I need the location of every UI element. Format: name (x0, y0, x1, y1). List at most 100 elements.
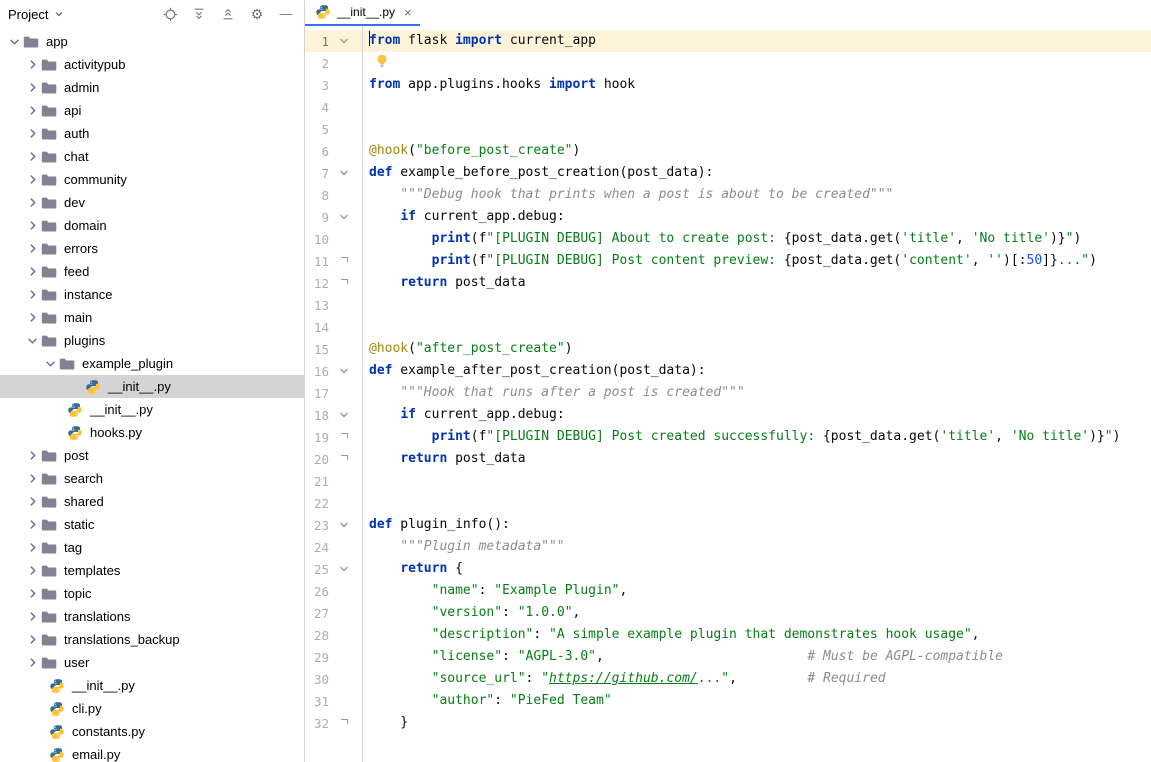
line-number[interactable]: 3 (307, 78, 333, 93)
tree-item-example-plugin[interactable]: example_plugin (0, 352, 304, 375)
chevron-right-icon[interactable] (24, 473, 41, 484)
line-number[interactable]: 15 (307, 342, 333, 357)
line-number[interactable]: 23 (307, 518, 333, 533)
code-line[interactable] (363, 316, 1151, 338)
tree-item-plugins[interactable]: plugins (0, 329, 304, 352)
line-number[interactable]: 11 (307, 254, 333, 269)
line-number[interactable]: 16 (307, 364, 333, 379)
code-line[interactable]: "source_url": "https://github.com/...", … (363, 668, 1151, 690)
code-line[interactable]: print(f"[PLUGIN DEBUG] About to create p… (363, 228, 1151, 250)
fold-marker[interactable] (333, 168, 355, 178)
code-line[interactable]: from app.plugins.hooks import hook (363, 74, 1151, 96)
tree-item-templates[interactable]: templates (0, 559, 304, 582)
code-line[interactable]: return { (363, 558, 1151, 580)
line-number[interactable]: 5 (307, 122, 333, 137)
tree-item-app[interactable]: app (0, 30, 304, 53)
line-number[interactable]: 31 (307, 694, 333, 709)
line-number[interactable]: 1 (307, 34, 333, 49)
code-line[interactable]: @hook("after_post_create") (363, 338, 1151, 360)
line-number[interactable]: 25 (307, 562, 333, 577)
line-number[interactable]: 20 (307, 452, 333, 467)
tree-item-shared[interactable]: shared (0, 490, 304, 513)
chevron-right-icon[interactable] (24, 128, 41, 139)
chevron-right-icon[interactable] (24, 220, 41, 231)
chevron-right-icon[interactable] (24, 312, 41, 323)
tree-item-post[interactable]: post (0, 444, 304, 467)
tree-item-init-py[interactable]: __init__.py (0, 674, 304, 697)
tree-item-tag[interactable]: tag (0, 536, 304, 559)
code-line[interactable]: } (363, 712, 1151, 734)
tree-item-search[interactable]: search (0, 467, 304, 490)
code-line[interactable]: print(f"[PLUGIN DEBUG] Post created succ… (363, 426, 1151, 448)
tree-item-chat[interactable]: chat (0, 145, 304, 168)
chevron-right-icon[interactable] (24, 565, 41, 576)
tree-item-domain[interactable]: domain (0, 214, 304, 237)
tree-item-init-py[interactable]: __init__.py (0, 375, 304, 398)
chevron-right-icon[interactable] (24, 59, 41, 70)
code-line[interactable]: "author": "PieFed Team" (363, 690, 1151, 712)
line-number[interactable]: 24 (307, 540, 333, 555)
code-line[interactable]: @hook("before_post_create") (363, 140, 1151, 162)
chevron-down-icon[interactable] (6, 36, 23, 47)
code-line[interactable]: return post_data (363, 448, 1151, 470)
chevron-down-icon[interactable] (24, 335, 41, 346)
settings-icon[interactable]: ⚙ (249, 6, 265, 22)
code-line[interactable] (363, 294, 1151, 316)
code-line[interactable]: print(f"[PLUGIN DEBUG] Post content prev… (363, 250, 1151, 272)
tree-item-auth[interactable]: auth (0, 122, 304, 145)
tree-item-init-py[interactable]: __init__.py (0, 398, 304, 421)
fold-marker[interactable] (333, 279, 355, 288)
fold-marker[interactable] (333, 520, 355, 530)
fold-marker[interactable] (333, 410, 355, 420)
line-number[interactable]: 29 (307, 650, 333, 665)
tree-item-community[interactable]: community (0, 168, 304, 191)
tree-item-errors[interactable]: errors (0, 237, 304, 260)
tree-item-main[interactable]: main (0, 306, 304, 329)
code-line[interactable]: "description": "A simple example plugin … (363, 624, 1151, 646)
line-number[interactable]: 26 (307, 584, 333, 599)
tree-item-instance[interactable]: instance (0, 283, 304, 306)
line-number[interactable]: 7 (307, 166, 333, 181)
chevron-right-icon[interactable] (24, 496, 41, 507)
line-number[interactable]: 28 (307, 628, 333, 643)
code-line[interactable]: "name": "Example Plugin", (363, 580, 1151, 602)
collapse-all-icon[interactable] (220, 6, 236, 22)
chevron-right-icon[interactable] (24, 105, 41, 116)
chevron-right-icon[interactable] (24, 588, 41, 599)
code-line[interactable]: return post_data (363, 272, 1151, 294)
project-view-selector[interactable]: Project (8, 6, 67, 22)
tree-item-activitypub[interactable]: activitypub (0, 53, 304, 76)
code-line[interactable] (363, 96, 1151, 118)
fold-marker[interactable] (333, 455, 355, 464)
chevron-right-icon[interactable] (24, 542, 41, 553)
chevron-down-icon[interactable] (42, 358, 59, 369)
tree-item-user[interactable]: user (0, 651, 304, 674)
tree-item-constants-py[interactable]: constants.py (0, 720, 304, 743)
chevron-right-icon[interactable] (24, 82, 41, 93)
line-number[interactable]: 13 (307, 298, 333, 313)
chevron-right-icon[interactable] (24, 519, 41, 530)
code-line[interactable] (363, 52, 1151, 74)
line-number[interactable]: 12 (307, 276, 333, 291)
tree-item-translations-backup[interactable]: translations_backup (0, 628, 304, 651)
code-line[interactable]: "license": "AGPL-3.0", # Must be AGPL-co… (363, 646, 1151, 668)
tree-item-topic[interactable]: topic (0, 582, 304, 605)
tree-item-translations[interactable]: translations (0, 605, 304, 628)
line-number[interactable]: 27 (307, 606, 333, 621)
line-number[interactable]: 19 (307, 430, 333, 445)
fold-marker[interactable] (333, 36, 355, 46)
close-tab-icon[interactable]: × (404, 6, 412, 19)
chevron-right-icon[interactable] (24, 611, 41, 622)
line-number[interactable]: 18 (307, 408, 333, 423)
code-line[interactable]: """Hook that runs after a post is create… (363, 382, 1151, 404)
fold-marker[interactable] (333, 719, 355, 728)
line-number[interactable]: 2 (307, 56, 333, 71)
code-line[interactable]: def example_before_post_creation(post_da… (363, 162, 1151, 184)
line-number[interactable]: 14 (307, 320, 333, 335)
line-number[interactable]: 30 (307, 672, 333, 687)
tab-init-py[interactable]: __init__.py × (305, 0, 420, 26)
code-line[interactable]: """Debug hook that prints when a post is… (363, 184, 1151, 206)
code-line[interactable]: if current_app.debug: (363, 404, 1151, 426)
tree-item-hooks-py[interactable]: hooks.py (0, 421, 304, 444)
chevron-right-icon[interactable] (24, 266, 41, 277)
